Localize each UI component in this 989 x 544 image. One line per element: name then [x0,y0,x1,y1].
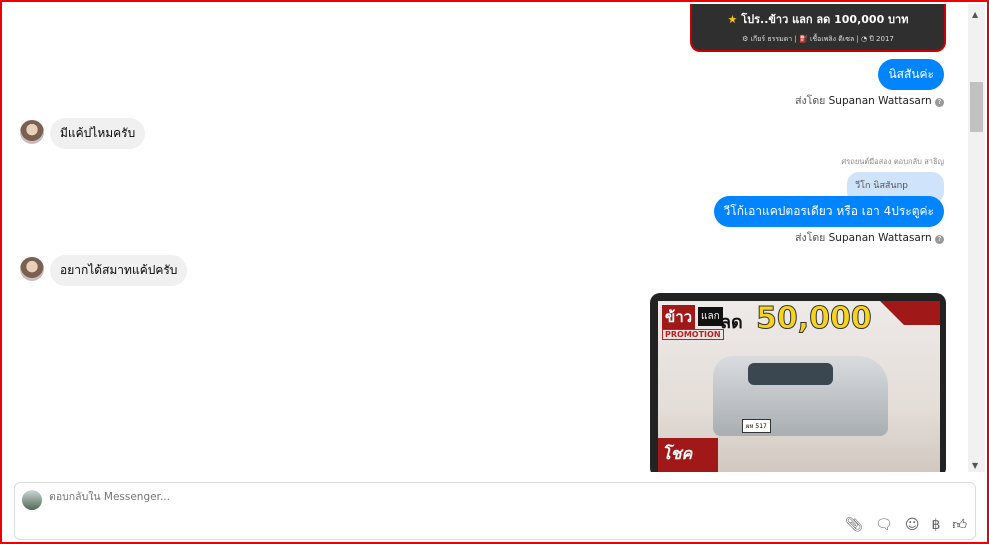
incoming-message: มีแค้ปไหมครับ [50,118,146,149]
conversation: ★ โปร..ข้าว แลก ลด 100,000 บาท ⚙ เกียร์ … [4,4,966,472]
reply-note: ศรถยนต์มือสอง ตอบกลับ สาธิญ [841,157,944,166]
car-image[interactable]: ข้าว แลก ลด 50,000 PROMOTION ผห 517 โชค [650,293,946,472]
card-specs: ⚙ เกียร์ ธรรมดา | ⛽ เชื้อเพลิง ดีเซล | ◔… [742,35,894,43]
baht-icon[interactable]: ฿ [931,517,940,533]
composer: 📎︎ 🗨︎ ☺ ฿ 👍︎ [14,482,976,540]
card-title: โปร..ข้าว แลก ลด 100,000 บาท [741,13,909,26]
help-icon[interactable]: ? [935,98,944,107]
scrollbar-thumb[interactable] [970,82,983,132]
scroll-up-icon[interactable]: ▲ [972,10,978,19]
sent-by: ส่งโดย Supanan Wattasarn ? [795,92,944,109]
image-text: โชค [658,438,718,472]
image-text: แลก [698,307,723,326]
license-plate: ผห 517 [742,419,771,433]
sent-by: ส่งโดย Supanan Wattasarn ? [795,229,944,246]
image-text: PROMOTION [662,329,724,340]
scroll-down-icon[interactable]: ▼ [972,461,978,470]
emoji-icon[interactable]: ☺ [905,517,920,533]
avatar[interactable] [20,120,44,144]
like-icon[interactable]: 👍︎ [952,516,967,533]
image-text: ข้าว [662,305,696,329]
avatar[interactable] [20,257,44,281]
scrollbar[interactable]: ▲ ▼ [968,4,985,472]
sticker-icon[interactable]: 🗨︎ [875,517,893,533]
promo-card[interactable]: ★ โปร..ข้าว แลก ลด 100,000 บาท ⚙ เกียร์ … [690,4,946,52]
user-avatar [22,490,42,510]
image-amount: 50,000 [756,301,873,337]
help-icon[interactable]: ? [935,235,944,244]
star-icon: ★ [727,13,738,26]
reply-input[interactable] [49,491,749,503]
outgoing-message: นิสสันค่ะ [878,59,944,90]
paperclip-icon[interactable]: 📎︎ [845,517,863,533]
outgoing-message: วีโก้เอาแคปตอรเดียว หรือ เอา 4ประตูค่ะ [713,196,944,227]
incoming-message: อยากได้สมาทแค้ปครับ [50,255,188,286]
